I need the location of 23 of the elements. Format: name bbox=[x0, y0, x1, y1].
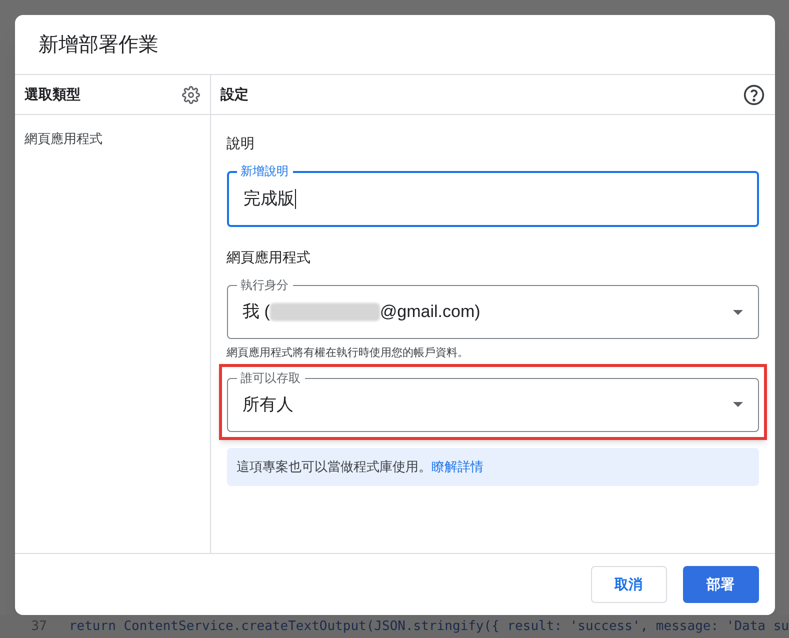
dropdown-caret-icon bbox=[732, 310, 742, 314]
field-value: 我 ( bbox=[242, 301, 270, 324]
section-heading: 網頁應用程式 bbox=[226, 248, 312, 267]
panel-heading: 設定 bbox=[220, 85, 248, 104]
section-heading: 說明 bbox=[226, 134, 256, 153]
hint-text: 網頁應用程式將有權在執行時使用您的帳戶資料。 bbox=[226, 346, 470, 361]
sidebar-item[interactable]: 網頁應用程式 bbox=[14, 127, 210, 150]
field-value: 所有人 bbox=[242, 394, 294, 416]
cancel-button[interactable]: 取消 bbox=[590, 566, 666, 603]
dialog-title: 新增部署作業 bbox=[38, 32, 158, 58]
text-cursor bbox=[294, 189, 296, 209]
field-value: 完成版 bbox=[244, 188, 294, 210]
field-label: 執行身分 bbox=[236, 276, 292, 294]
help-icon[interactable] bbox=[742, 84, 764, 106]
deploy-button[interactable]: 部署 bbox=[682, 566, 758, 603]
panel-heading: 選取類型 bbox=[24, 85, 80, 104]
field-value: @gmail.com) bbox=[380, 301, 480, 324]
info-text: 這項專案也可以當做程式庫使用。瞭解詳情 bbox=[236, 458, 484, 476]
learn-more-link[interactable]: 瞭解詳情 bbox=[432, 458, 484, 474]
settings-icon[interactable] bbox=[182, 86, 200, 104]
field-label: 新增說明 bbox=[236, 162, 292, 180]
dropdown-caret-icon bbox=[732, 402, 742, 407]
code-line: return ContentService.createTextOutput(JSON.stringify({ result: 'success', message: 'Data su bbox=[68, 618, 789, 636]
